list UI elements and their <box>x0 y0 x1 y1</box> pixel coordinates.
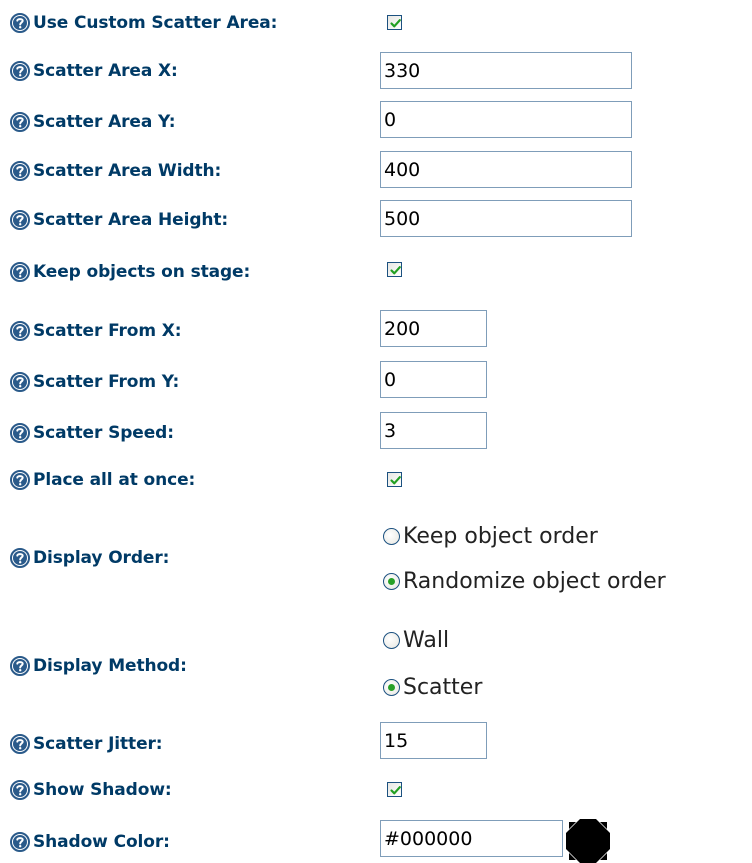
scatter-area-width-label: Scatter Area Width: <box>10 160 221 182</box>
help-question-icon[interactable] <box>10 734 30 754</box>
color-swatch-corners <box>566 819 610 863</box>
help-question-icon[interactable] <box>10 210 30 230</box>
scatter-area-y-input[interactable] <box>380 101 632 138</box>
use-custom-scatter-area-checkbox[interactable] <box>387 15 402 30</box>
radio-button-selected[interactable] <box>383 572 400 590</box>
scatter-area-x-input[interactable] <box>380 52 632 89</box>
display-method-label: Display Method: <box>10 655 187 677</box>
help-question-icon[interactable] <box>10 161 30 181</box>
show-shadow-label: Show Shadow: <box>10 779 172 801</box>
display-method-option-wall[interactable]: Wall <box>383 625 449 655</box>
help-question-icon[interactable] <box>10 832 30 852</box>
scatter-from-x-label: Scatter From X: <box>10 320 182 342</box>
place-all-at-once-checkbox[interactable] <box>387 472 402 487</box>
scatter-area-y-label: Scatter Area Y: <box>10 111 176 133</box>
color-picker-icon[interactable] <box>566 819 610 863</box>
place-all-at-once-label: Place all at once: <box>10 469 195 491</box>
checkmark-icon <box>389 784 402 797</box>
help-question-icon[interactable] <box>10 548 30 568</box>
help-question-icon[interactable] <box>10 61 30 81</box>
scatter-area-height-input[interactable] <box>380 200 632 237</box>
help-question-icon[interactable] <box>10 372 30 392</box>
use-custom-scatter-area-label: Use Custom Scatter Area: <box>10 12 277 34</box>
keep-objects-on-stage-checkbox[interactable] <box>387 262 402 277</box>
help-question-icon[interactable] <box>10 262 30 282</box>
scatter-area-x-label: Scatter Area X: <box>10 60 178 82</box>
help-question-icon[interactable] <box>10 13 30 33</box>
radio-button-selected[interactable] <box>383 678 400 696</box>
display-order-option-randomize[interactable]: Randomize object order <box>383 566 666 596</box>
help-question-icon[interactable] <box>10 423 30 443</box>
help-question-icon[interactable] <box>10 321 30 341</box>
scatter-area-height-label: Scatter Area Height: <box>10 209 228 231</box>
help-question-icon[interactable] <box>10 656 30 676</box>
checkmark-icon <box>389 474 402 487</box>
checkmark-icon <box>389 264 402 277</box>
display-order-option-keep[interactable]: Keep object order <box>383 521 598 551</box>
scatter-speed-input[interactable] <box>380 412 487 449</box>
scatter-area-width-input[interactable] <box>380 151 632 188</box>
shadow-color-input[interactable] <box>380 820 563 857</box>
radio-button[interactable] <box>383 631 400 649</box>
help-question-icon[interactable] <box>10 112 30 132</box>
scatter-from-y-label: Scatter From Y: <box>10 371 179 393</box>
scatter-jitter-label: Scatter Jitter: <box>10 733 163 755</box>
keep-objects-on-stage-label: Keep objects on stage: <box>10 261 250 283</box>
help-question-icon[interactable] <box>10 470 30 490</box>
scatter-jitter-input[interactable] <box>380 722 487 759</box>
scatter-from-y-input[interactable] <box>380 361 487 398</box>
checkmark-icon <box>389 17 402 30</box>
shadow-color-label: Shadow Color: <box>10 831 170 853</box>
display-method-option-scatter[interactable]: Scatter <box>383 672 482 702</box>
scatter-speed-label: Scatter Speed: <box>10 422 174 444</box>
scatter-from-x-input[interactable] <box>380 310 487 347</box>
display-order-label: Display Order: <box>10 547 169 569</box>
radio-button[interactable] <box>383 527 400 545</box>
show-shadow-checkbox[interactable] <box>387 782 402 797</box>
help-question-icon[interactable] <box>10 780 30 800</box>
